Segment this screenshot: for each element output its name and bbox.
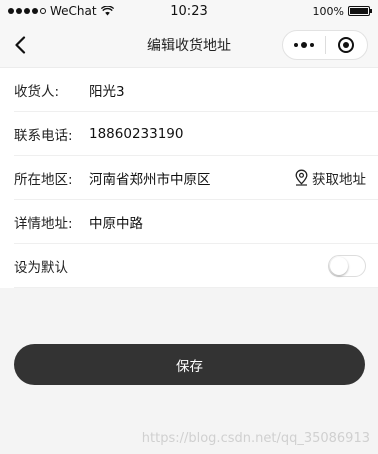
region-picker[interactable]: 河南省郑州市中原区 [89, 168, 294, 188]
save-button[interactable]: 保存 [14, 344, 365, 385]
carrier-name: WeChat [50, 4, 97, 18]
address-form: 收货人: 阳光3 联系电话: 18860233190 所在地区: 河南省郑州市中… [0, 68, 378, 288]
phone-row: 联系电话: 18860233190 [14, 112, 378, 156]
switch-knob [330, 256, 348, 275]
screen: WeChat 10:23 100% 编辑收货地址 收货人: 阳光3 联系电话: … [0, 0, 378, 454]
battery-percent: 100% [312, 4, 344, 18]
region-row: 所在地区: 河南省郑州市中原区 获取地址 [14, 156, 378, 200]
region-label: 所在地区: [14, 171, 73, 188]
signal-icon [8, 8, 46, 14]
location-pin-icon [295, 169, 308, 186]
status-bar: WeChat 10:23 100% [0, 0, 378, 22]
receiver-label: 收货人: [14, 83, 60, 100]
mini-program-capsule [282, 30, 368, 60]
detail-row: 详情地址: 中原中路 [14, 200, 378, 244]
detail-label: 详情地址: [14, 215, 73, 232]
phone-label: 联系电话: [14, 127, 73, 144]
more-button[interactable] [283, 31, 325, 59]
battery-icon [348, 6, 372, 16]
status-left: WeChat [8, 4, 114, 18]
default-row: 设为默认 [14, 244, 378, 288]
default-label: 设为默认 [14, 259, 68, 276]
nav-bar: 编辑收货地址 [0, 22, 378, 68]
phone-input[interactable]: 18860233190 [89, 126, 366, 142]
wifi-icon [100, 6, 114, 16]
get-location-button[interactable]: 获取地址 [294, 168, 366, 188]
receiver-row: 收货人: 阳光3 [14, 68, 378, 112]
watermark: https://blog.csdn.net/qq_35086913 [141, 431, 370, 446]
status-right: 100% [312, 4, 372, 18]
target-close-icon [338, 37, 355, 53]
back-button[interactable] [0, 22, 40, 68]
more-dots-icon [293, 42, 314, 48]
default-switch[interactable] [328, 254, 366, 277]
detail-address-input[interactable]: 中原中路 [89, 212, 366, 232]
close-button[interactable] [326, 31, 368, 59]
get-location-label: 获取地址 [312, 171, 366, 188]
receiver-input[interactable]: 阳光3 [89, 80, 366, 100]
chevron-left-icon [15, 35, 26, 54]
